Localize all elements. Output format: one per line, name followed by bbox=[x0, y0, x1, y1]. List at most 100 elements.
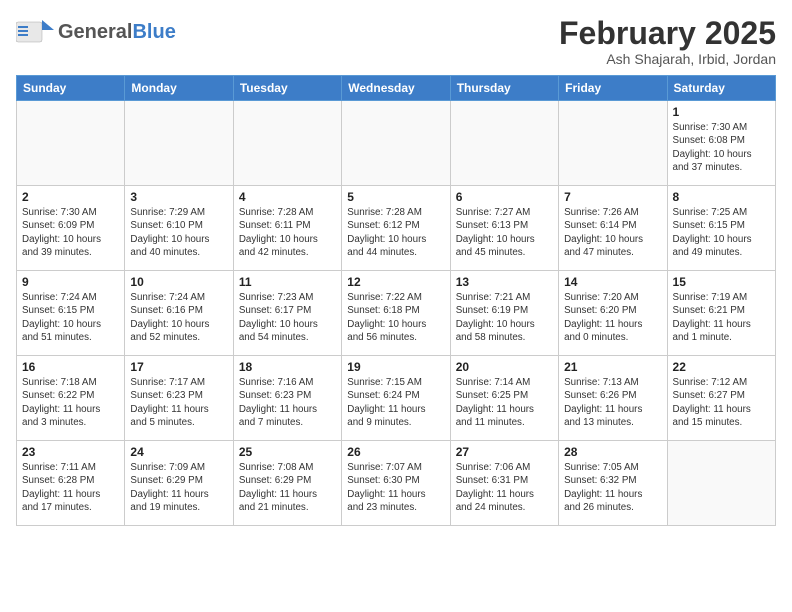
day-number: 14 bbox=[564, 275, 661, 289]
calendar-cell: 2 Sunrise: 7:30 AM Sunset: 6:09 PM Daylig… bbox=[17, 186, 125, 271]
day-info: Sunrise: 7:30 AM Sunset: 6:09 PM Dayligh… bbox=[22, 206, 119, 259]
page-header: GeneralBlue February 2025 Ash Shajarah, … bbox=[16, 16, 776, 67]
day-number: 2 bbox=[22, 190, 119, 204]
calendar-cell bbox=[667, 441, 775, 526]
calendar-cell: 24 Sunrise: 7:09 AM Sunset: 6:29 PM Dayli… bbox=[125, 441, 233, 526]
calendar-cell: 28 Sunrise: 7:05 AM Sunset: 6:32 PM Dayli… bbox=[559, 441, 667, 526]
day-info: Sunrise: 7:16 AM Sunset: 6:23 PM Dayligh… bbox=[239, 376, 336, 429]
logo-icon bbox=[16, 16, 54, 48]
calendar-cell: 3 Sunrise: 7:29 AM Sunset: 6:10 PM Daylig… bbox=[125, 186, 233, 271]
calendar-week-row: 9Sunrise: 7:24 AM Sunset: 6:15 PM Daylig… bbox=[17, 271, 776, 356]
day-number: 23 bbox=[22, 445, 119, 459]
day-info: Sunrise: 7:06 AM Sunset: 6:31 PM Dayligh… bbox=[456, 461, 553, 514]
day-info: Sunrise: 7:11 AM Sunset: 6:28 PM Dayligh… bbox=[22, 461, 119, 514]
calendar-cell: 21 Sunrise: 7:13 AM Sunset: 6:26 PM Dayli… bbox=[559, 356, 667, 441]
day-info: Sunrise: 7:17 AM Sunset: 6:23 PM Dayligh… bbox=[130, 376, 227, 429]
day-info: Sunrise: 7:07 AM Sunset: 6:30 PM Dayligh… bbox=[347, 461, 444, 514]
day-number: 13 bbox=[456, 275, 553, 289]
calendar-table: SundayMondayTuesdayWednesdayThursdayFrid… bbox=[16, 75, 776, 526]
calendar-cell: 27Sunrise: 7:06 AM Sunset: 6:31 PM Dayli… bbox=[450, 441, 558, 526]
day-number: 18 bbox=[239, 360, 336, 374]
day-info: Sunrise: 7:25 AM Sunset: 6:15 PM Dayligh… bbox=[673, 206, 770, 259]
day-info: Sunrise: 7:20 AM Sunset: 6:20 PM Dayligh… bbox=[564, 291, 661, 344]
calendar-cell: 6 Sunrise: 7:27 AM Sunset: 6:13 PM Daylig… bbox=[450, 186, 558, 271]
calendar-week-row: 16Sunrise: 7:18 AM Sunset: 6:22 PM Dayli… bbox=[17, 356, 776, 441]
day-info: Sunrise: 7:15 AM Sunset: 6:24 PM Dayligh… bbox=[347, 376, 444, 429]
calendar-day-header: Tuesday bbox=[233, 76, 341, 101]
day-number: 21 bbox=[564, 360, 661, 374]
calendar-header-row: SundayMondayTuesdayWednesdayThursdayFrid… bbox=[17, 76, 776, 101]
calendar-cell: 16Sunrise: 7:18 AM Sunset: 6:22 PM Dayli… bbox=[17, 356, 125, 441]
calendar-cell bbox=[17, 101, 125, 186]
day-number: 11 bbox=[239, 275, 336, 289]
calendar-cell: 22Sunrise: 7:12 AM Sunset: 6:27 PM Dayli… bbox=[667, 356, 775, 441]
day-number: 1 bbox=[673, 105, 770, 119]
day-number: 17 bbox=[130, 360, 227, 374]
calendar-day-header: Friday bbox=[559, 76, 667, 101]
calendar-cell: 20 Sunrise: 7:14 AM Sunset: 6:25 PM Dayli… bbox=[450, 356, 558, 441]
day-info: Sunrise: 7:28 AM Sunset: 6:11 PM Dayligh… bbox=[239, 206, 336, 259]
day-number: 5 bbox=[347, 190, 444, 204]
day-info: Sunrise: 7:27 AM Sunset: 6:13 PM Dayligh… bbox=[456, 206, 553, 259]
day-number: 9 bbox=[22, 275, 119, 289]
calendar-cell: 11 Sunrise: 7:23 AM Sunset: 6:17 PM Dayli… bbox=[233, 271, 341, 356]
day-info: Sunrise: 7:09 AM Sunset: 6:29 PM Dayligh… bbox=[130, 461, 227, 514]
calendar-week-row: 23 Sunrise: 7:11 AM Sunset: 6:28 PM Dayli… bbox=[17, 441, 776, 526]
calendar-day-header: Saturday bbox=[667, 76, 775, 101]
calendar-cell: 15Sunrise: 7:19 AM Sunset: 6:21 PM Dayli… bbox=[667, 271, 775, 356]
calendar-cell: 9Sunrise: 7:24 AM Sunset: 6:15 PM Daylig… bbox=[17, 271, 125, 356]
calendar-cell bbox=[450, 101, 558, 186]
day-number: 12 bbox=[347, 275, 444, 289]
calendar-cell: 12 Sunrise: 7:22 AM Sunset: 6:18 PM Dayli… bbox=[342, 271, 450, 356]
calendar-cell: 8 Sunrise: 7:25 AM Sunset: 6:15 PM Daylig… bbox=[667, 186, 775, 271]
logo: GeneralBlue bbox=[16, 16, 176, 48]
day-number: 22 bbox=[673, 360, 770, 374]
day-number: 28 bbox=[564, 445, 661, 459]
day-info: Sunrise: 7:28 AM Sunset: 6:12 PM Dayligh… bbox=[347, 206, 444, 259]
day-info: Sunrise: 7:24 AM Sunset: 6:16 PM Dayligh… bbox=[130, 291, 227, 344]
calendar-week-row: 1 Sunrise: 7:30 AM Sunset: 6:08 PM Daylig… bbox=[17, 101, 776, 186]
calendar-cell bbox=[559, 101, 667, 186]
day-number: 16 bbox=[22, 360, 119, 374]
day-number: 26 bbox=[347, 445, 444, 459]
logo-blue: Blue bbox=[132, 21, 175, 43]
calendar-cell: 17 Sunrise: 7:17 AM Sunset: 6:23 PM Dayli… bbox=[125, 356, 233, 441]
location: Ash Shajarah, Irbid, Jordan bbox=[559, 51, 776, 67]
logo-general: General bbox=[58, 21, 132, 43]
calendar-cell bbox=[342, 101, 450, 186]
day-number: 6 bbox=[456, 190, 553, 204]
calendar-cell: 25Sunrise: 7:08 AM Sunset: 6:29 PM Dayli… bbox=[233, 441, 341, 526]
calendar-cell: 13 Sunrise: 7:21 AM Sunset: 6:19 PM Dayli… bbox=[450, 271, 558, 356]
day-number: 24 bbox=[130, 445, 227, 459]
day-number: 3 bbox=[130, 190, 227, 204]
day-number: 4 bbox=[239, 190, 336, 204]
calendar-cell: 14 Sunrise: 7:20 AM Sunset: 6:20 PM Dayli… bbox=[559, 271, 667, 356]
calendar-day-header: Sunday bbox=[17, 76, 125, 101]
day-info: Sunrise: 7:21 AM Sunset: 6:19 PM Dayligh… bbox=[456, 291, 553, 344]
day-number: 19 bbox=[347, 360, 444, 374]
calendar-cell: 10 Sunrise: 7:24 AM Sunset: 6:16 PM Dayli… bbox=[125, 271, 233, 356]
day-number: 10 bbox=[130, 275, 227, 289]
day-number: 20 bbox=[456, 360, 553, 374]
day-info: Sunrise: 7:14 AM Sunset: 6:25 PM Dayligh… bbox=[456, 376, 553, 429]
day-number: 8 bbox=[673, 190, 770, 204]
calendar-cell bbox=[125, 101, 233, 186]
calendar-day-header: Thursday bbox=[450, 76, 558, 101]
calendar-day-header: Monday bbox=[125, 76, 233, 101]
calendar-cell: 26 Sunrise: 7:07 AM Sunset: 6:30 PM Dayli… bbox=[342, 441, 450, 526]
calendar-cell: 4 Sunrise: 7:28 AM Sunset: 6:11 PM Daylig… bbox=[233, 186, 341, 271]
calendar-cell: 1 Sunrise: 7:30 AM Sunset: 6:08 PM Daylig… bbox=[667, 101, 775, 186]
calendar-cell bbox=[233, 101, 341, 186]
day-info: Sunrise: 7:23 AM Sunset: 6:17 PM Dayligh… bbox=[239, 291, 336, 344]
calendar-cell: 18 Sunrise: 7:16 AM Sunset: 6:23 PM Dayli… bbox=[233, 356, 341, 441]
month-title: February 2025 bbox=[559, 16, 776, 51]
day-number: 7 bbox=[564, 190, 661, 204]
day-info: Sunrise: 7:26 AM Sunset: 6:14 PM Dayligh… bbox=[564, 206, 661, 259]
day-info: Sunrise: 7:29 AM Sunset: 6:10 PM Dayligh… bbox=[130, 206, 227, 259]
day-info: Sunrise: 7:13 AM Sunset: 6:26 PM Dayligh… bbox=[564, 376, 661, 429]
day-info: Sunrise: 7:30 AM Sunset: 6:08 PM Dayligh… bbox=[673, 121, 770, 174]
day-info: Sunrise: 7:05 AM Sunset: 6:32 PM Dayligh… bbox=[564, 461, 661, 514]
title-block: February 2025 Ash Shajarah, Irbid, Jorda… bbox=[559, 16, 776, 67]
calendar-cell: 5 Sunrise: 7:28 AM Sunset: 6:12 PM Daylig… bbox=[342, 186, 450, 271]
day-info: Sunrise: 7:22 AM Sunset: 6:18 PM Dayligh… bbox=[347, 291, 444, 344]
